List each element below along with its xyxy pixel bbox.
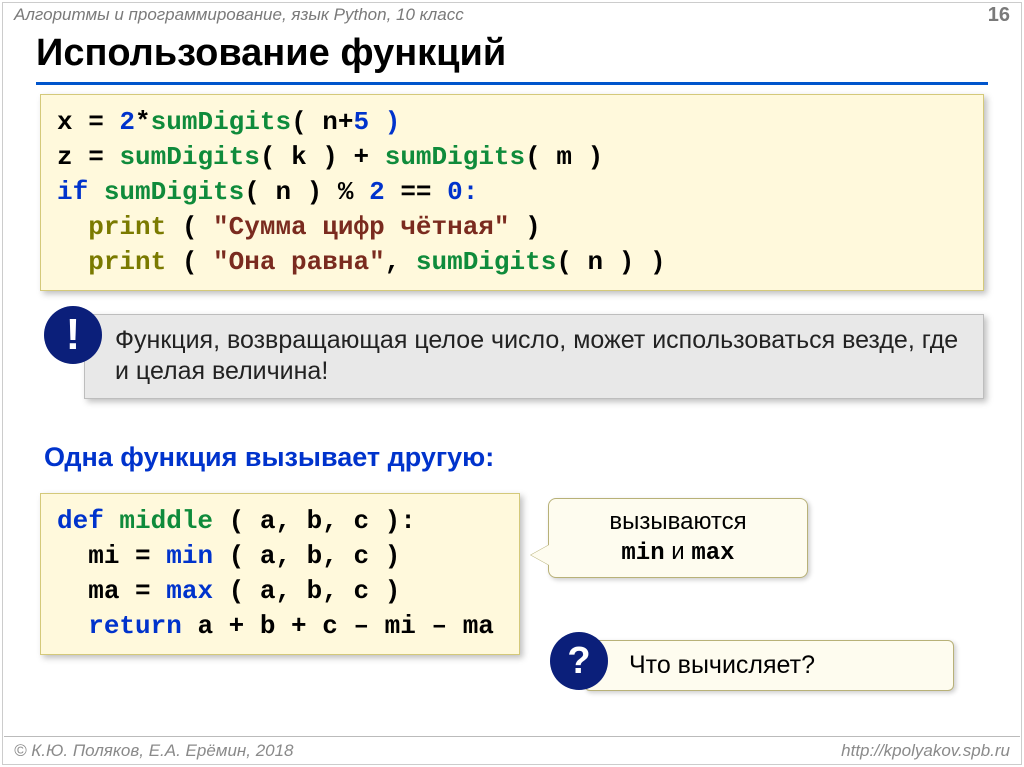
header-bar: Алгоритмы и программирование, язык Pytho… [4, 4, 1020, 26]
code-block-2: def middle ( a, b, c ): mi = min ( a, b,… [40, 493, 520, 655]
title-underline [36, 82, 988, 85]
callout-minmax: вызываются min и max [548, 498, 808, 578]
page-number: 16 [988, 4, 1010, 27]
callout-max: max [691, 540, 734, 567]
footer: © К.Ю. Поляков, Е.А. Ерёмин, 2018 http:/… [4, 736, 1020, 763]
callout-and: и [665, 538, 692, 565]
callout-line1: вызываются [609, 508, 746, 535]
question-icon: ? [550, 632, 608, 690]
exclamation-icon: ! [44, 306, 102, 364]
subheading: Одна функция вызывает другую: [44, 442, 494, 473]
slide-title: Использование функций [36, 32, 506, 75]
footer-left: © К.Ю. Поляков, Е.А. Ерёмин, 2018 [14, 741, 294, 761]
note-box: Функция, возвращающая целое число, может… [84, 314, 984, 399]
code-block-1: x = 2*sumDigits( n+5 ) z = sumDigits( k … [40, 94, 984, 291]
callout-min: min [621, 540, 664, 567]
callout-question: Что вычисляет? [584, 640, 954, 691]
footer-right: http://kpolyakov.spb.ru [841, 741, 1010, 761]
course-label: Алгоритмы и программирование, язык Pytho… [14, 5, 464, 25]
